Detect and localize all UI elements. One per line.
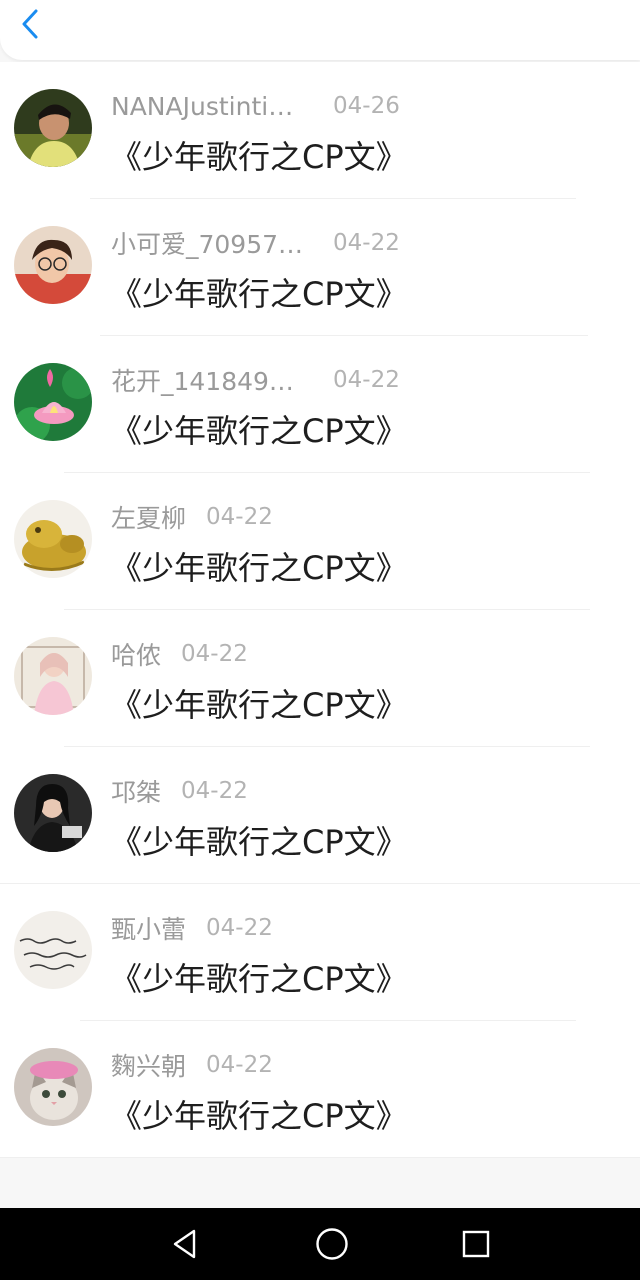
avatar[interactable] xyxy=(14,911,92,989)
user-name[interactable]: 邛桀 xyxy=(111,773,161,809)
post-date: 04-22 xyxy=(206,504,273,530)
post-date: 04-22 xyxy=(333,367,400,393)
chevron-left-icon xyxy=(22,9,38,39)
user-name[interactable]: NANAJustinti… xyxy=(111,92,313,121)
list-item[interactable]: 花开_141849… 04-22 《少年歌行之CP文》 xyxy=(0,336,640,473)
entry-title[interactable]: 《少年歌行之CP文》 xyxy=(110,269,408,315)
avatar[interactable] xyxy=(14,500,92,578)
user-name[interactable]: 甄小蕾 xyxy=(111,910,186,946)
top-bar xyxy=(0,0,640,60)
list-item[interactable]: 邛桀 04-22 《少年歌行之CP文》 xyxy=(0,747,640,884)
list-item[interactable]: 小可爱_70957… 04-22 《少年歌行之CP文》 xyxy=(0,199,640,336)
entry-title[interactable]: 《少年歌行之CP文》 xyxy=(110,543,408,589)
list-item[interactable]: 麴兴朝 04-22 《少年歌行之CP文》 xyxy=(0,1021,640,1158)
post-date: 04-26 xyxy=(333,93,400,119)
system-nav-bar xyxy=(0,1208,640,1280)
circle-home-icon xyxy=(316,1228,348,1260)
divider xyxy=(0,1157,640,1158)
user-name[interactable]: 小可爱_70957… xyxy=(111,225,313,261)
list-item[interactable]: 哈侬 04-22 《少年歌行之CP文》 xyxy=(0,610,640,747)
avatar[interactable] xyxy=(14,89,92,167)
square-recents-icon xyxy=(462,1230,490,1258)
nav-home-button[interactable] xyxy=(310,1222,354,1266)
entry-list: NANAJustinti… 04-26 《少年歌行之CP文》 小可爱_70957… xyxy=(0,62,640,1158)
avatar[interactable] xyxy=(14,774,92,852)
list-item[interactable]: 左夏柳 04-22 《少年歌行之CP文》 xyxy=(0,473,640,610)
post-date: 04-22 xyxy=(181,641,248,667)
post-date: 04-22 xyxy=(206,915,273,941)
post-date: 04-22 xyxy=(206,1052,273,1078)
entry-title[interactable]: 《少年歌行之CP文》 xyxy=(110,954,408,1000)
list-item[interactable]: 甄小蕾 04-22 《少年歌行之CP文》 xyxy=(0,884,640,1021)
avatar[interactable] xyxy=(14,226,92,304)
nav-recents-button[interactable] xyxy=(454,1222,498,1266)
entry-title[interactable]: 《少年歌行之CP文》 xyxy=(110,1091,408,1137)
user-name[interactable]: 花开_141849… xyxy=(111,362,313,398)
avatar[interactable] xyxy=(14,363,92,441)
back-button[interactable] xyxy=(12,6,48,42)
user-name[interactable]: 麴兴朝 xyxy=(111,1047,186,1083)
avatar[interactable] xyxy=(14,1048,92,1126)
avatar[interactable] xyxy=(14,637,92,715)
entry-title[interactable]: 《少年歌行之CP文》 xyxy=(110,680,408,726)
user-name[interactable]: 左夏柳 xyxy=(111,499,186,535)
nav-back-button[interactable] xyxy=(164,1222,208,1266)
entry-title[interactable]: 《少年歌行之CP文》 xyxy=(110,406,408,452)
post-date: 04-22 xyxy=(181,778,248,804)
triangle-back-icon xyxy=(173,1229,196,1259)
entry-title[interactable]: 《少年歌行之CP文》 xyxy=(110,817,408,863)
entry-title[interactable]: 《少年歌行之CP文》 xyxy=(110,132,408,178)
list-item[interactable]: NANAJustinti… 04-26 《少年歌行之CP文》 xyxy=(0,62,640,199)
post-date: 04-22 xyxy=(333,230,400,256)
user-name[interactable]: 哈侬 xyxy=(111,636,161,672)
